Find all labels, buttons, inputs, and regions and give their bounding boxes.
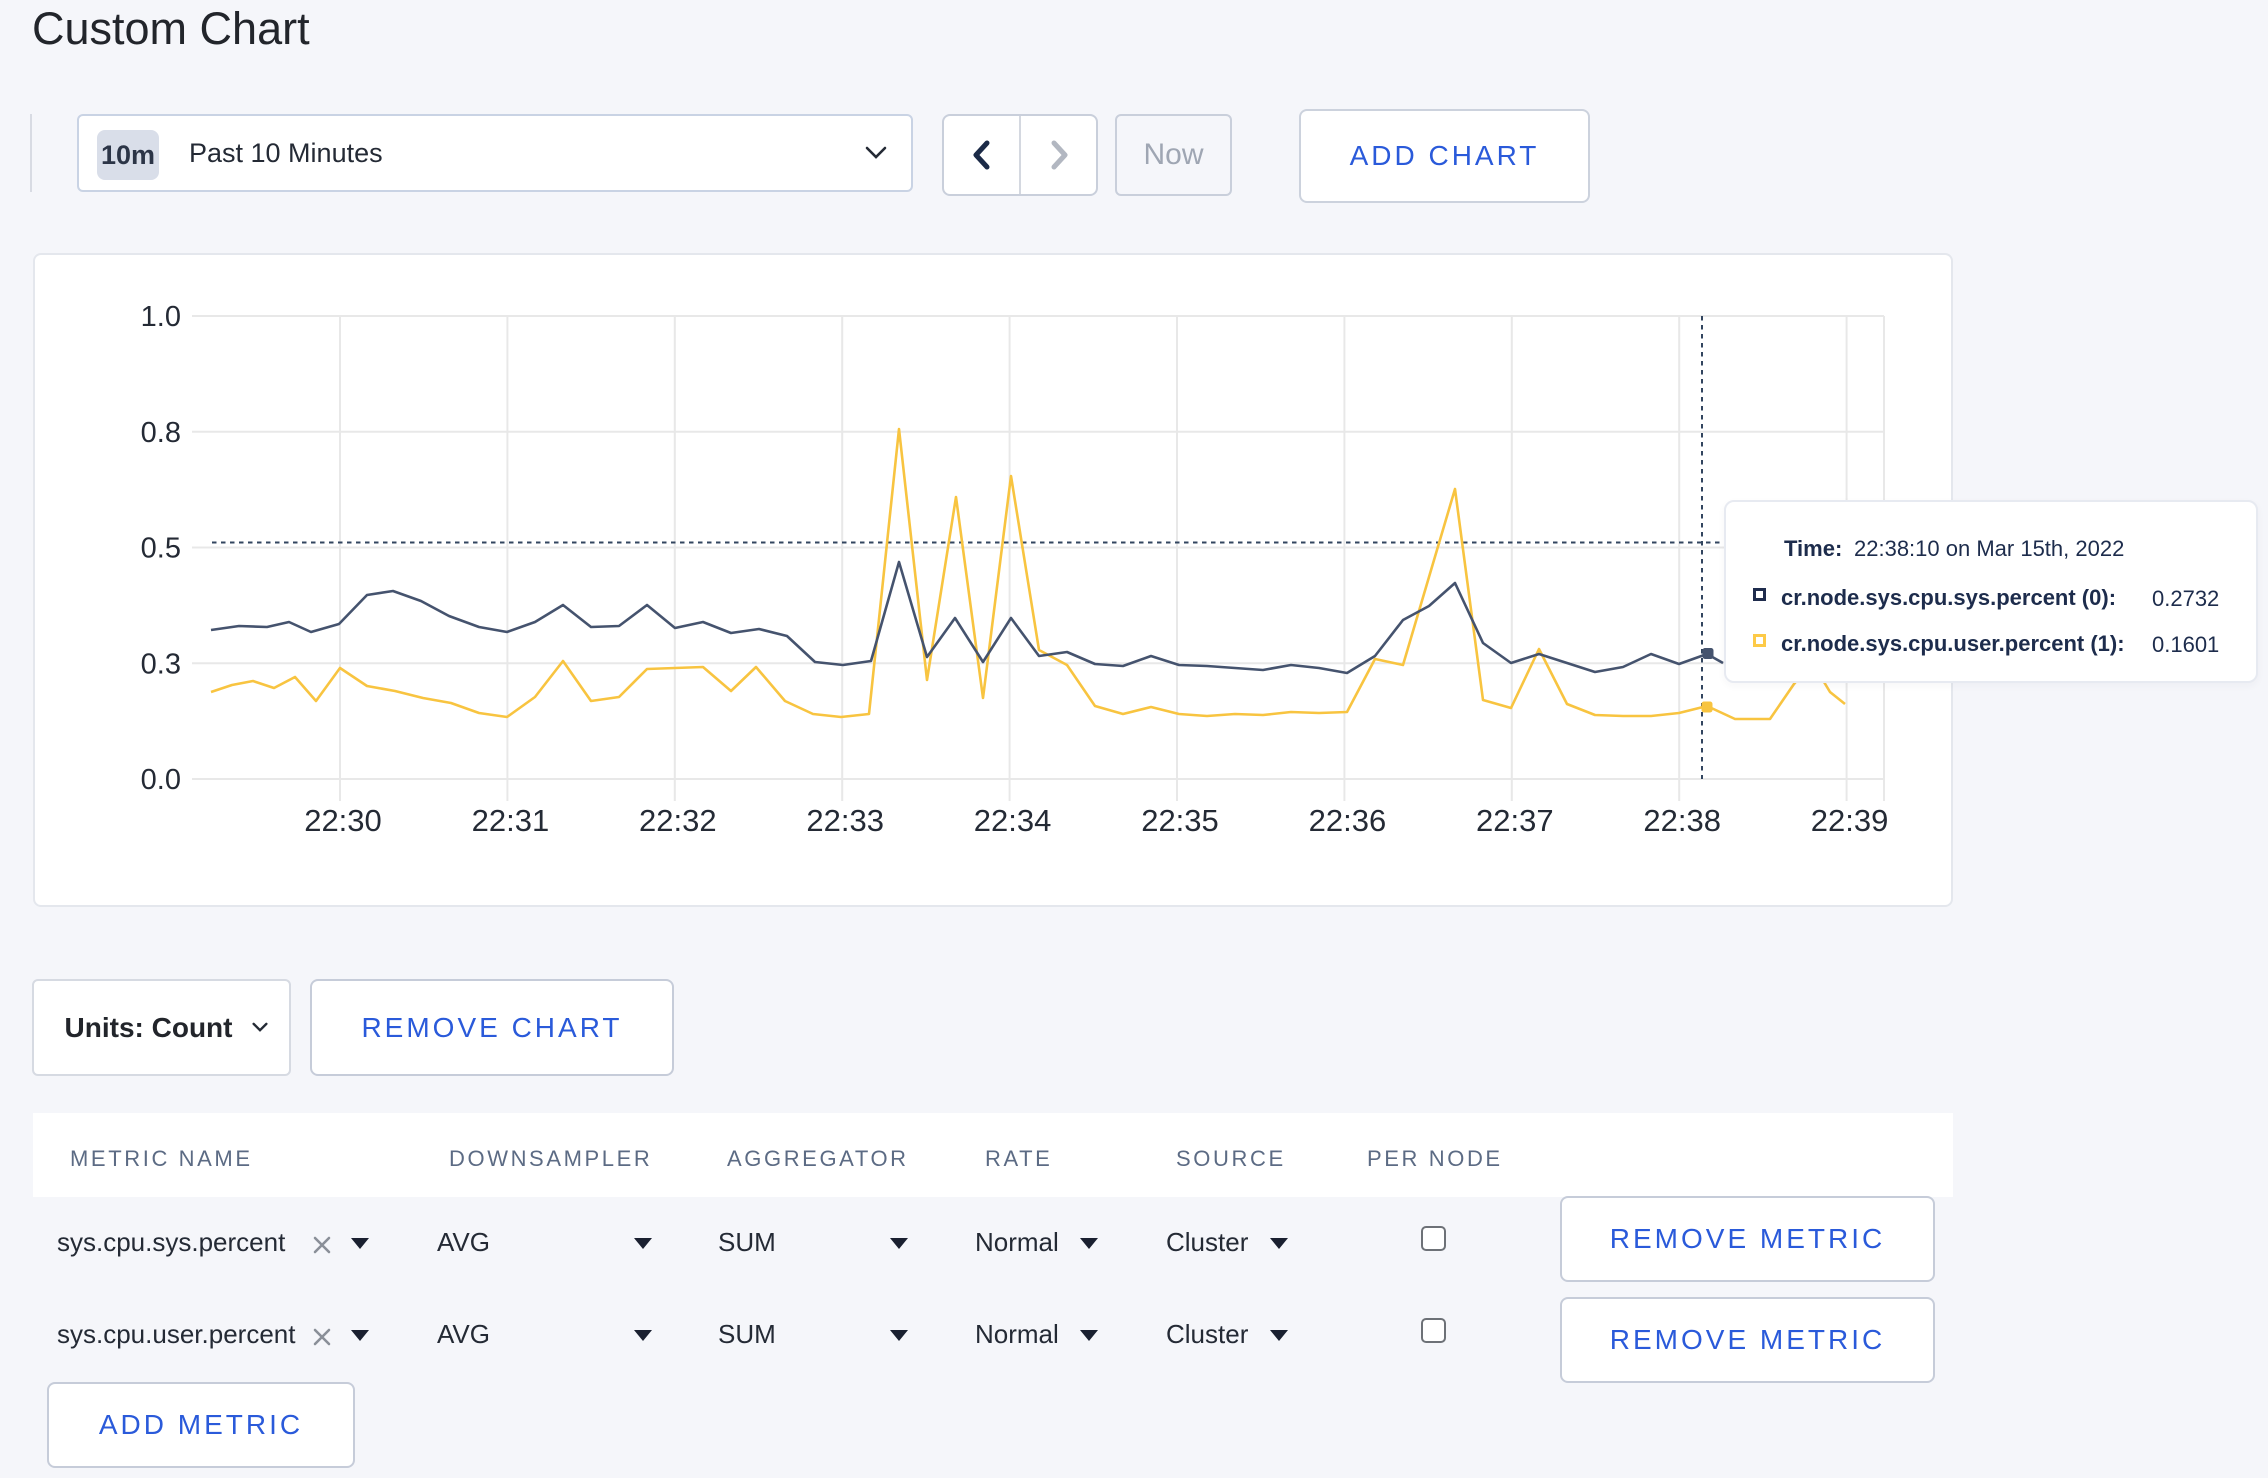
svg-text:22:33: 22:33 [806,803,884,838]
svg-text:0.5: 0.5 [141,533,181,565]
svg-text:22:39: 22:39 [1811,803,1889,838]
svg-text:22:36: 22:36 [1309,803,1387,838]
svg-text:22:35: 22:35 [1141,803,1219,838]
svg-text:22:31: 22:31 [472,803,550,838]
svg-text:0.8: 0.8 [141,417,181,449]
svg-text:22:34: 22:34 [974,803,1052,838]
svg-text:22:38: 22:38 [1643,803,1721,838]
svg-text:0.0: 0.0 [141,764,181,796]
svg-text:22:37: 22:37 [1476,803,1554,838]
svg-text:0.3: 0.3 [141,648,181,680]
svg-text:22:32: 22:32 [639,803,717,838]
svg-text:22:30: 22:30 [304,803,382,838]
svg-text:1.0: 1.0 [141,301,181,333]
